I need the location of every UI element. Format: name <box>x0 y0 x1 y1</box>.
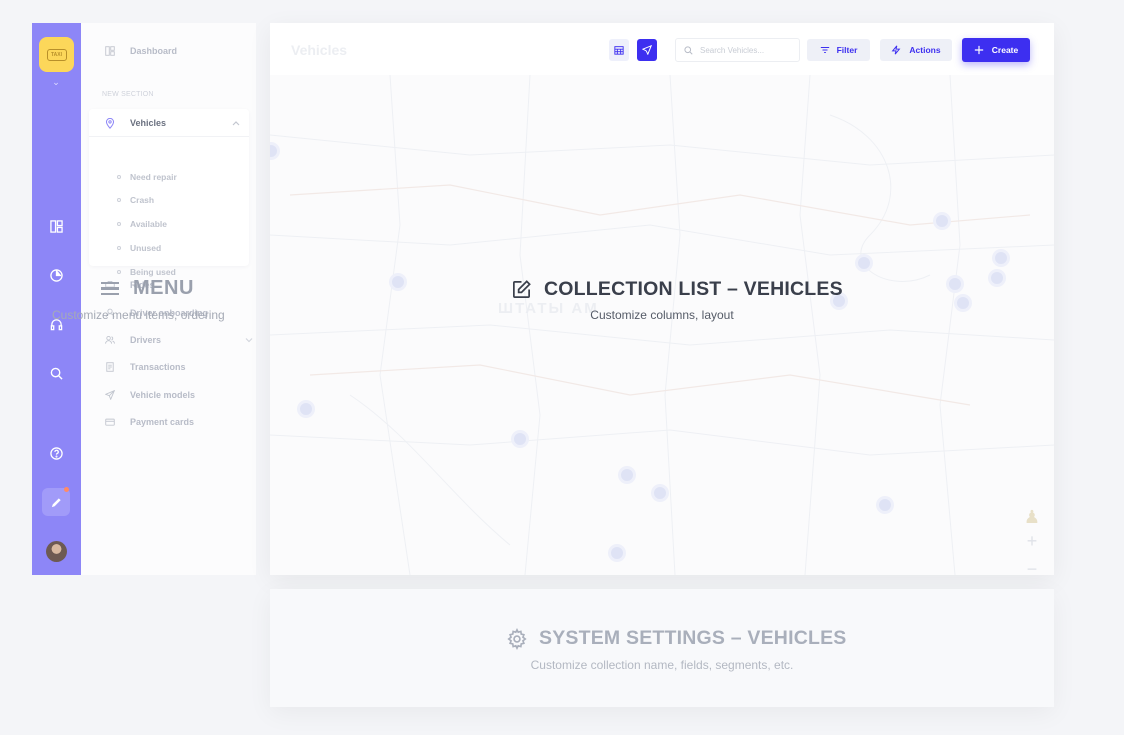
sidebar-subitem-need-repair[interactable]: Need repair <box>130 172 177 182</box>
map-pin[interactable] <box>876 496 894 514</box>
system-settings-subtitle: Customize collection name, fields, segme… <box>530 658 794 672</box>
map-pin[interactable] <box>608 544 626 562</box>
sidebar-item-label: Drivers <box>130 335 162 345</box>
collection-list-title-text: COLLECTION LIST – VEHICLES <box>544 278 843 300</box>
zoom-in-button[interactable]: + <box>1018 528 1046 554</box>
map-pin[interactable] <box>651 484 669 502</box>
map-pin[interactable] <box>511 430 529 448</box>
sidebar-section-label: NEW SECTION <box>102 91 154 98</box>
sidebar-group-vehicles: Vehicles Need repair Crash Available Unu… <box>89 109 249 277</box>
menu-overlay-title: MENU <box>101 277 194 300</box>
system-settings-title: SYSTEM SETTINGS – VEHICLES <box>506 627 847 650</box>
zoom-out-button[interactable]: − <box>1018 556 1046 576</box>
dashboard-icon[interactable] <box>46 216 66 236</box>
chevron-down-icon <box>245 338 253 343</box>
search-input[interactable]: Search Vehicles... <box>675 38 800 62</box>
pencil-icon <box>51 497 61 507</box>
map-pin[interactable] <box>992 249 1010 267</box>
calendar-view-button[interactable] <box>609 39 629 61</box>
bullet-icon <box>117 198 121 202</box>
filter-button[interactable]: Filter <box>807 39 870 61</box>
collection-list-title: COLLECTION LIST – VEHICLES <box>511 278 843 301</box>
sidebar-item-label: Payment cards <box>130 417 195 427</box>
collection-list-subtitle: Customize columns, layout <box>590 308 734 322</box>
sidebar-item-vehicle-models[interactable]: Vehicle models <box>105 390 195 400</box>
system-settings-panel: SYSTEM SETTINGS – VEHICLES Customize col… <box>270 589 1054 707</box>
gear-icon <box>507 627 527 650</box>
receipt-icon <box>106 362 114 372</box>
map-pin[interactable] <box>988 269 1006 287</box>
bullet-icon <box>117 270 121 274</box>
menu-overlay-title-text: MENU <box>133 277 194 299</box>
map-pin[interactable] <box>855 254 873 272</box>
sidebar-item-drivers[interactable]: Drivers <box>105 335 253 345</box>
sidebar-item-label: Vehicles <box>130 118 167 128</box>
create-label: Create <box>991 45 1019 55</box>
send-icon <box>642 45 652 55</box>
calendar-icon <box>614 46 624 55</box>
sidebar-subitem-available[interactable]: Available <box>130 219 167 229</box>
pin-icon <box>105 118 115 129</box>
globe-icon[interactable] <box>46 265 66 285</box>
credit-card-icon <box>105 418 115 426</box>
app-logo[interactable]: TAXI <box>39 37 74 72</box>
sidebar-item-vehicles[interactable]: Vehicles <box>89 109 249 137</box>
users-icon <box>105 335 115 344</box>
help-icon[interactable] <box>46 443 66 463</box>
create-button[interactable]: Create <box>962 38 1030 62</box>
map-pin[interactable] <box>618 466 636 484</box>
search-icon[interactable] <box>46 363 66 383</box>
map-view-button[interactable] <box>637 39 657 61</box>
bullet-icon <box>117 246 121 250</box>
sidebar-subitem-crash[interactable]: Crash <box>130 195 154 205</box>
filter-label: Filter <box>836 45 858 55</box>
bullet-icon <box>117 222 121 226</box>
search-placeholder: Search Vehicles... <box>700 45 765 55</box>
sidebar-subitem-being-used[interactable]: Being used <box>130 267 176 277</box>
chevron-up-icon <box>232 121 240 126</box>
edit-icon <box>513 280 531 298</box>
street-view-icon[interactable]: ♟ <box>1018 504 1046 530</box>
bullet-icon <box>117 175 121 179</box>
actions-label: Actions <box>909 45 941 55</box>
map-pin[interactable] <box>389 273 407 291</box>
chevron-down-icon[interactable]: ⌄ <box>51 77 61 87</box>
map-pin[interactable] <box>297 400 315 418</box>
edit-mode-button[interactable] <box>42 487 70 516</box>
sidebar-item-label: Transactions <box>130 362 186 372</box>
sidebar-item-label: Dashboard <box>130 46 178 56</box>
dashboard-icon <box>105 46 115 56</box>
menu-icon <box>101 279 119 298</box>
sidebar-item-dashboard[interactable]: Dashboard <box>105 46 177 56</box>
system-settings-title-text: SYSTEM SETTINGS – VEHICLES <box>539 627 847 649</box>
avatar[interactable] <box>46 541 67 562</box>
plus-icon <box>974 45 983 55</box>
car-icon: TAXI <box>46 48 67 61</box>
menu-overlay-subtitle: Customize menu items, ordering <box>52 308 225 322</box>
map-pin[interactable] <box>933 212 951 230</box>
map-pin[interactable] <box>946 275 964 293</box>
map-view[interactable]: ШТАТЫ АМ ♟ + − <box>270 75 1054 575</box>
sidebar-item-payment-cards[interactable]: Payment cards <box>105 417 194 427</box>
send-icon <box>105 390 115 400</box>
sidebar-item-label: Vehicle models <box>130 390 196 400</box>
sidebar-subitem-unused[interactable]: Unused <box>130 243 161 253</box>
page-title: Vehicles <box>291 42 348 58</box>
logo-text: TAXI <box>50 51 63 58</box>
search-icon <box>684 45 693 55</box>
filter-icon <box>820 46 829 54</box>
bolt-icon <box>892 45 901 55</box>
icon-rail: TAXI ⌄ <box>32 23 81 575</box>
sidebar-item-transactions[interactable]: Transactions <box>105 362 186 372</box>
collection-list-panel: ШТАТЫ АМ ♟ + − Vehicles Search Vehicles.… <box>270 23 1054 575</box>
notification-dot <box>64 487 69 492</box>
actions-button[interactable]: Actions <box>880 39 952 61</box>
